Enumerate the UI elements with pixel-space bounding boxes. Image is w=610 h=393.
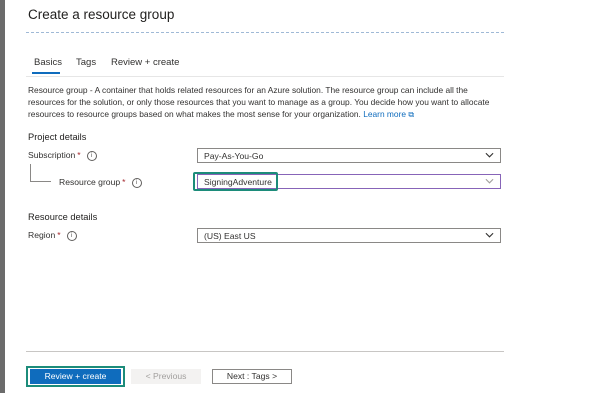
- resource-group-description: Resource group - A container that holds …: [28, 84, 500, 122]
- info-icon[interactable]: i: [66, 231, 77, 241]
- region-label: Region * i: [28, 230, 77, 241]
- region-dropdown[interactable]: (US) East US: [197, 228, 501, 243]
- required-marker: *: [122, 177, 126, 187]
- description-text: - A container that holds related resourc…: [28, 85, 490, 120]
- left-accent-bar: [0, 0, 5, 393]
- tab-tags[interactable]: Tags: [76, 57, 96, 68]
- resource-group-highlight: [193, 172, 278, 191]
- learn-more-link[interactable]: Learn more ⧉: [363, 109, 414, 119]
- tree-connector-horizontal: [30, 181, 51, 182]
- chevron-down-icon: [485, 178, 494, 184]
- subscription-label: Subscription * i: [28, 150, 97, 161]
- resource-group-label: Resource group * i: [59, 177, 142, 188]
- info-icon[interactable]: i: [131, 178, 142, 188]
- previous-button[interactable]: < Previous: [131, 369, 201, 384]
- resource-details-heading: Resource details: [28, 212, 98, 222]
- tabs-divider: [26, 76, 504, 77]
- subscription-value: Pay-As-You-Go: [204, 151, 264, 161]
- project-details-heading: Project details: [28, 132, 87, 142]
- required-marker: *: [77, 150, 81, 160]
- chevron-down-icon: [485, 152, 494, 158]
- selected-tab-indicator: [32, 72, 60, 74]
- subscription-dropdown[interactable]: Pay-As-You-Go: [197, 148, 501, 163]
- external-link-icon: ⧉: [408, 110, 415, 120]
- next-tags-button[interactable]: Next : Tags >: [212, 369, 292, 384]
- required-marker: *: [57, 230, 61, 240]
- page-title: Create a resource group: [28, 7, 175, 22]
- chevron-down-icon: [485, 232, 494, 238]
- tab-review-create[interactable]: Review + create: [111, 57, 179, 68]
- tab-basics[interactable]: Basics: [34, 57, 62, 68]
- region-value: (US) East US: [204, 231, 256, 241]
- description-term: Resource group: [28, 85, 88, 95]
- footer-divider: [26, 351, 504, 352]
- tree-connector-vertical: [30, 164, 31, 181]
- info-icon[interactable]: i: [86, 151, 97, 161]
- title-divider: [26, 32, 504, 33]
- review-create-button[interactable]: Review + create: [30, 369, 121, 384]
